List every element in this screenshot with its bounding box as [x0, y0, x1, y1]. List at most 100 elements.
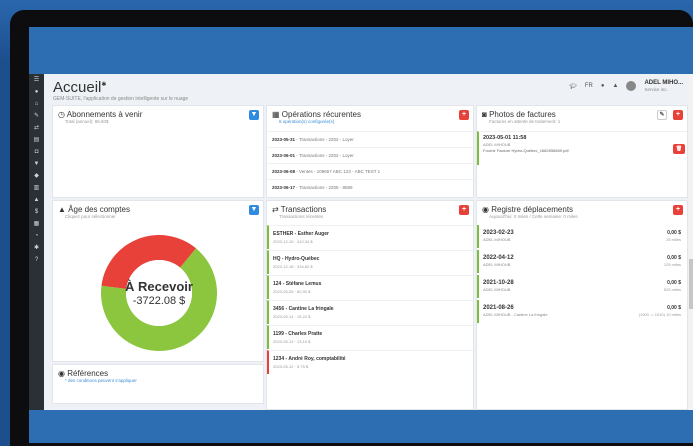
- help-icon[interactable]: ?: [29, 254, 44, 266]
- transfer-icon[interactable]: ⇄: [29, 122, 44, 134]
- transaction-detail: 2023-05-12 · 5,75 $: [273, 364, 309, 369]
- topbar-right: 🎓︎ FR ● ▲ ADEL MIHO... Service inc.: [569, 80, 683, 92]
- trip-miles: 25 miles: [666, 237, 681, 242]
- card-title-text: Âge des comptes: [68, 205, 130, 214]
- card-title: ⇄ Transactions: [272, 205, 326, 214]
- chart-icon[interactable]: ▥: [29, 182, 44, 194]
- card-subtitle[interactable]: 6 opération(s) configurée(s): [279, 119, 334, 124]
- operation-date: 2023-06-01: [272, 153, 296, 158]
- trip-row[interactable]: 2023-02-23 ADEL MIHOUB 0,00 $25 miles: [477, 225, 687, 248]
- transaction-row[interactable]: 1199 - Charles Pratte 2023-05-13 · 13,10 …: [267, 325, 473, 349]
- transaction-detail: 2023-05-13 · 13,10 $: [273, 339, 311, 344]
- transaction-name: 1234 - André Roy, comptabilité: [273, 356, 346, 362]
- chat-icon[interactable]: ●: [601, 83, 605, 89]
- filter-button[interactable]: ▼: [249, 205, 259, 215]
- card-photos: ◙ Photos de factures Factures en attente…: [476, 105, 688, 198]
- add-photo-button[interactable]: +: [673, 110, 683, 120]
- transaction-row[interactable]: HQ - Hydro-Québec 2023-12-18 · 334,82 $: [267, 250, 473, 274]
- trip-miles: 525 miles: [663, 287, 681, 292]
- trip-amount: 0,00 $: [667, 280, 681, 286]
- menu-icon[interactable]: ☰: [29, 74, 44, 86]
- shirt-icon[interactable]: ▼: [29, 158, 44, 170]
- delete-photo-button[interactable]: 🗑︎: [673, 144, 685, 154]
- edit-icon[interactable]: ✎: [29, 110, 44, 122]
- card-references: ◉ Références * des conditions peuvent s'…: [52, 364, 264, 404]
- document-icon[interactable]: ▤: [29, 134, 44, 146]
- dollar-icon[interactable]: $: [29, 206, 44, 218]
- transaction-name: 124 - Stéfane Lemus: [273, 281, 322, 287]
- topbar: Accueil✱ GEM-SUITE, l'application de ges…: [44, 74, 693, 104]
- card-title: ▦ Opérations récurentes: [272, 110, 361, 119]
- transaction-detail: 2023-12-15 · 410,34 $: [273, 239, 313, 244]
- operation-row[interactable]: 2023-06-08 - Ventes - 109657 ABC 123 - A…: [267, 163, 473, 179]
- avatar[interactable]: [626, 81, 637, 91]
- table-icon[interactable]: ▦: [29, 218, 44, 230]
- trip-user: ADEL MIHOUB: [483, 237, 511, 242]
- trip-row[interactable]: 2021-08-26 ADEL MIHOUB - Cantine La fring…: [477, 300, 687, 323]
- card-title-text: Registre déplacements: [491, 205, 574, 214]
- operation-date: 2023-06-17: [272, 185, 296, 190]
- trip-date: 2021-10-28: [483, 280, 514, 286]
- car-icon[interactable]: ◆: [29, 170, 44, 182]
- trip-amount: 0,00 $: [667, 305, 681, 311]
- transaction-detail: 2023-05-14 · 15,22 $: [273, 314, 311, 319]
- bell-icon[interactable]: ▲: [612, 83, 618, 89]
- trip-miles: 125 miles: [663, 262, 681, 267]
- scrollbar[interactable]: [689, 74, 693, 410]
- line-chart-icon: ▲: [58, 205, 66, 214]
- operation-date: 2023-05-31: [272, 137, 296, 142]
- scrollbar-thumb[interactable]: [689, 259, 693, 309]
- settings-icon[interactable]: ✱: [101, 82, 106, 88]
- donut-center-value: -3722.08 $: [132, 295, 186, 307]
- operation-row[interactable]: 2023-06-17 - Transactions - 2205 - 8589: [267, 179, 473, 195]
- page-title: Accueil✱: [53, 79, 106, 96]
- trip-date: 2021-08-26: [483, 305, 514, 311]
- settings-icon[interactable]: ✱: [29, 242, 44, 254]
- laptop-frame: ☰ ● ⌂ ✎ ⇄ ▤ ◘ ▼ ◆ ▥ ▲ $ ▦ ◔ ✱ ? Accueil✱: [10, 10, 693, 446]
- clock-icon: ◷: [58, 110, 65, 119]
- card-subtitle: * des conditions peuvent s'appliquer: [65, 378, 137, 383]
- user-name: ADEL MIHO...: [644, 80, 683, 86]
- photo-item[interactable]: 2023-05-01 11:58 ADEL MIHOUB Fournir Fac…: [477, 131, 687, 165]
- card-title-text: Photos de factures: [489, 110, 556, 119]
- add-transaction-button[interactable]: +: [459, 205, 469, 215]
- transaction-row[interactable]: 124 - Stéfane Lemus 2023-05-26 · 60,00 $: [267, 275, 473, 299]
- graduation-icon[interactable]: 🎓︎: [569, 83, 577, 90]
- trip-amount: 0,00 $: [667, 230, 681, 236]
- card-title-text: Abonnements à venir: [66, 110, 143, 119]
- trip-miles: (1000 -> 1010) 10 miles: [638, 312, 681, 317]
- add-operation-button[interactable]: +: [459, 110, 469, 120]
- pie-icon[interactable]: ◔: [29, 230, 44, 242]
- trip-row[interactable]: 2021-10-28 ADEL MIHOUB 0,00 $525 miles: [477, 275, 687, 298]
- card-registre: ◉ Registre déplacements Aujourd'hui: 0 m…: [476, 200, 688, 410]
- eye-icon: ◉: [58, 369, 65, 378]
- transaction-detail: 2023-05-26 · 60,00 $: [273, 289, 311, 294]
- photo-user: ADEL MIHOUB: [483, 142, 511, 147]
- card-title: ▲ Âge des comptes: [58, 205, 130, 214]
- card-title-text: Références: [67, 369, 109, 378]
- filter-button[interactable]: ▼: [249, 110, 259, 120]
- edit-photo-button[interactable]: ✎: [657, 110, 667, 120]
- laptop-screen: ☰ ● ⌂ ✎ ⇄ ▤ ◘ ▼ ◆ ▥ ▲ $ ▦ ◔ ✱ ? Accueil✱: [29, 27, 693, 443]
- transaction-row[interactable]: ESTHER - Esther Auger 2023-12-15 · 410,34…: [267, 225, 473, 249]
- operation-desc: - Transactions - 2202 - Loyer: [295, 137, 354, 142]
- transaction-row[interactable]: 3456 - Cantine La fringale 2023-05-14 · 1…: [267, 300, 473, 324]
- operation-row[interactable]: 2023-06-01 - Transactions - 2202 - Loyer: [267, 147, 473, 163]
- add-trip-button[interactable]: +: [673, 205, 683, 215]
- photo-file: Fournir Facture Hydro-Québec_1682656689.…: [483, 148, 569, 153]
- user-icon[interactable]: ●: [29, 86, 44, 98]
- trip-date: 2022-04-12: [483, 255, 514, 261]
- cart-icon[interactable]: ◘: [29, 146, 44, 158]
- transfer-icon: ⇄: [272, 205, 279, 214]
- transaction-row[interactable]: 1234 - André Roy, comptabilité 2023-05-12…: [267, 350, 473, 374]
- home-icon[interactable]: ⌂: [29, 98, 44, 110]
- transaction-name: 3456 - Cantine La fringale: [273, 306, 334, 312]
- trip-user: ADEL MIHOUB: [483, 262, 511, 267]
- trip-date: 2023-02-23: [483, 230, 514, 236]
- user-role: Service inc.: [644, 87, 668, 92]
- people-icon[interactable]: ▲: [29, 194, 44, 206]
- user-menu[interactable]: ADEL MIHO... Service inc.: [644, 80, 683, 92]
- operation-row[interactable]: 2023-05-31 - Transactions - 2202 - Loyer: [267, 131, 473, 147]
- trip-row[interactable]: 2022-04-12 ADEL MIHOUB 0,00 $125 miles: [477, 250, 687, 273]
- language-selector[interactable]: FR: [585, 83, 593, 89]
